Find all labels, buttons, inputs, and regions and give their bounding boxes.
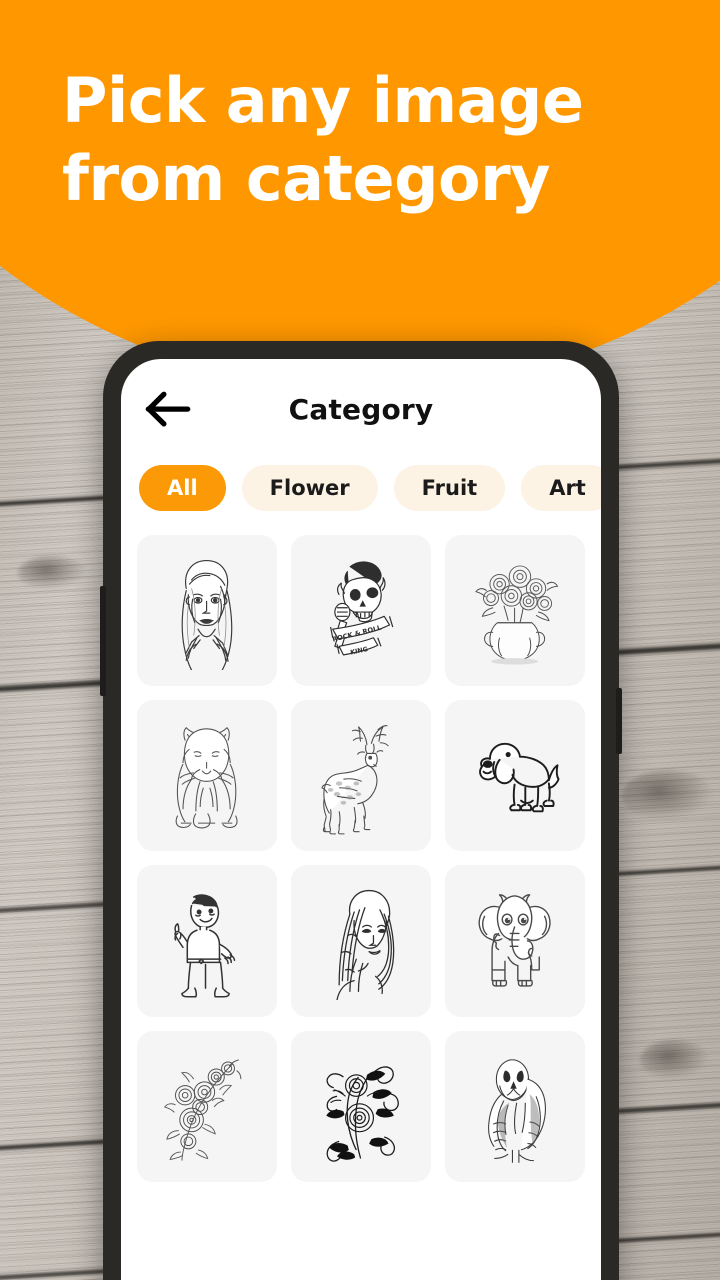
phone-mockup: Back Category All Flower Fruit Art Ca (100, 341, 622, 1280)
boy-cartoon-outline-icon (174, 894, 236, 998)
chip-all[interactable]: All (139, 465, 226, 511)
promo-headline: Pick any image from category (62, 64, 584, 216)
puppy-dog-outline-icon (479, 742, 560, 813)
chip-flower[interactable]: Flower (241, 465, 378, 511)
power-button[interactable] (616, 688, 622, 754)
grid-item-barn-owl-sketch[interactable] (445, 1030, 585, 1182)
grid-item-deer-stag-sketch[interactable] (291, 700, 431, 852)
page-title: Category (288, 392, 434, 426)
baby-elephant-outline-icon (478, 894, 552, 987)
woman-portrait-sketch-icon (182, 559, 233, 670)
flower-vase-sketch-icon (475, 565, 559, 665)
category-chip-row[interactable]: All Flower Fruit Art Ca (121, 459, 601, 517)
grid-item-rose-branch-sketch[interactable] (137, 1030, 277, 1182)
volume-button[interactable] (100, 586, 106, 696)
wood-knot (640, 1040, 710, 1080)
woman-long-hair-sketch-icon (336, 889, 395, 1000)
grid-item-tiger-face-sketch[interactable] (137, 700, 277, 852)
wood-knot (622, 770, 714, 822)
grid-item-woman-long-hair-sketch[interactable] (291, 865, 431, 1017)
rock-and-roll-king-skull-icon: ROCK & ROLL KING (330, 561, 394, 656)
tiger-face-sketch-icon (176, 726, 238, 829)
grid-item-baby-elephant-outline[interactable] (445, 865, 585, 1017)
chip-fruit[interactable]: Fruit (393, 465, 506, 511)
grid-item-flower-vase-sketch[interactable] (445, 535, 585, 687)
back-button[interactable]: Back (145, 389, 191, 429)
appbar: Back Category (121, 359, 601, 459)
grid-item-boy-cartoon-outline[interactable] (137, 865, 277, 1017)
chip-art[interactable]: Art (521, 465, 601, 511)
image-grid: ROCK & ROLL KING (121, 517, 601, 1182)
barn-owl-sketch-icon (488, 1059, 547, 1163)
rose-branch-sketch-icon (164, 1059, 242, 1161)
rose-swirl-sketch-icon (326, 1066, 400, 1162)
deer-stag-sketch-icon (321, 724, 390, 835)
phone-screen: Back Category All Flower Fruit Art Ca (121, 359, 601, 1280)
grid-item-woman-portrait-sketch[interactable] (137, 535, 277, 687)
arrow-left-icon (145, 391, 191, 427)
grid-item-rose-swirl-sketch[interactable] (291, 1030, 431, 1182)
grid-item-puppy-dog-outline[interactable] (445, 700, 585, 852)
grid-item-rock-and-roll-king-skull[interactable]: ROCK & ROLL KING (291, 535, 431, 687)
promo-screenshot: Pick any image from category Back Catego… (0, 0, 720, 1280)
wood-knot (18, 556, 88, 590)
